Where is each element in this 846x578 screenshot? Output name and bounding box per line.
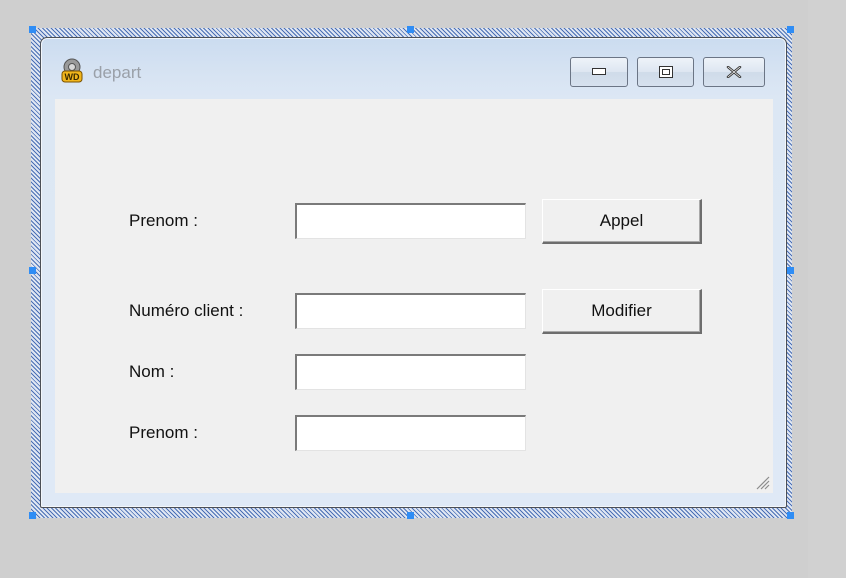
resize-handle-top-right[interactable]: [787, 26, 794, 33]
numero-client-input[interactable]: [295, 293, 526, 329]
resize-handle-bottom-middle[interactable]: [407, 512, 414, 519]
resize-handle-middle-left[interactable]: [29, 267, 36, 274]
resize-grip-icon[interactable]: [754, 474, 770, 490]
minimize-icon: [592, 68, 606, 75]
resize-handle-middle-right[interactable]: [787, 267, 794, 274]
modifier-button[interactable]: Modifier: [542, 289, 702, 334]
windev-wd-icon: WD: [59, 58, 85, 84]
close-button[interactable]: [703, 57, 765, 87]
resize-handle-bottom-left[interactable]: [29, 512, 36, 519]
close-icon: [726, 66, 742, 78]
maximize-icon: [658, 66, 673, 78]
numero-client-label: Numéro client :: [129, 301, 244, 320]
window-title: depart: [93, 63, 142, 82]
resize-handle-top-middle[interactable]: [407, 26, 414, 33]
resize-handle-bottom-right[interactable]: [787, 512, 794, 519]
prenom-bottom-input[interactable]: [295, 415, 526, 451]
prenom-bottom-label: Prenom :: [129, 423, 198, 442]
window-client-area: Prenom : Appel Numéro client : Modifier …: [55, 99, 773, 493]
minimize-button[interactable]: [570, 57, 628, 87]
prenom-top-input[interactable]: [295, 203, 526, 239]
designer-canvas-margin: [808, 0, 846, 578]
nom-input[interactable]: [295, 354, 526, 390]
nom-label: Nom :: [129, 362, 175, 381]
prenom-top-label: Prenom :: [129, 211, 198, 230]
maximize-button[interactable]: [637, 57, 694, 87]
depart-window: WD depart Prenom : Appel Numéro client :…: [40, 37, 787, 508]
svg-text:WD: WD: [65, 72, 80, 82]
appel-button[interactable]: Appel: [542, 199, 702, 244]
resize-handle-top-left[interactable]: [29, 26, 36, 33]
